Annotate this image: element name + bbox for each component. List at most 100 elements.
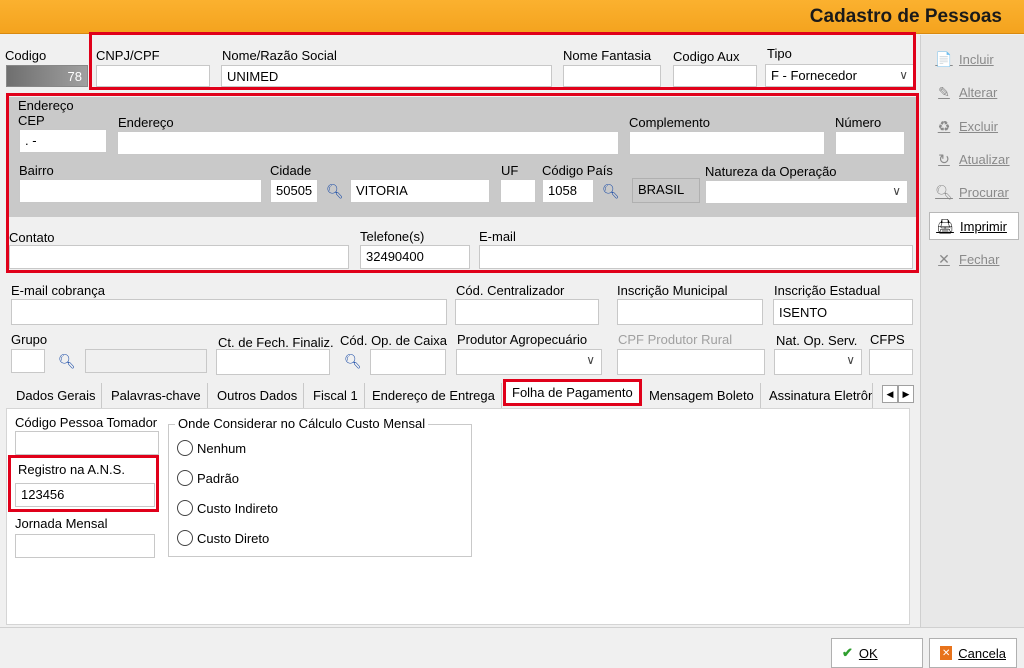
produtor-label: Produtor Agropecuário [457, 332, 588, 347]
radio-custo-direto[interactable]: Custo Direto [177, 530, 269, 546]
email-input[interactable] [479, 245, 913, 269]
cep-input[interactable]: . - [19, 129, 107, 153]
binoculars-icon[interactable]: 🔍︎ [58, 353, 76, 370]
cidade-name-field[interactable]: VITORIA [350, 179, 490, 203]
tomador-label: Código Pessoa Tomador [15, 415, 158, 430]
nat-op-serv-label: Nat. Op. Serv. [776, 333, 858, 348]
ct-fech-input[interactable] [216, 349, 330, 375]
ans-label: Registro na A.N.S. [18, 462, 125, 477]
pais-code-input[interactable]: 1058 [542, 179, 594, 203]
nat-op-serv-select[interactable] [774, 349, 862, 375]
ok-button[interactable]: ✔ OK [831, 638, 923, 668]
aux-label: Codigo Aux [673, 49, 740, 64]
insc-estadual-input[interactable]: ISENTO [773, 299, 913, 325]
natureza-label: Natureza da Operação [705, 164, 837, 179]
grupo-name-field [85, 349, 207, 373]
jornada-input[interactable] [15, 534, 155, 558]
cod-op-caixa-input[interactable] [370, 349, 446, 375]
tab-folha-pagamento[interactable]: Folha de Pagamento [503, 379, 642, 406]
codigo-label: Codigo [5, 48, 47, 63]
procurar-button[interactable]: 🔍︎ Procurar [929, 178, 1019, 206]
grupo-input[interactable] [11, 349, 45, 373]
custo-group-label: Onde Considerar no Cálculo Custo Mensal [175, 416, 429, 431]
insc-estadual-label: Inscrição Estadual [774, 283, 881, 298]
radio-padrao[interactable]: Padrão [177, 470, 239, 486]
nome-input[interactable]: UNIMED [221, 65, 552, 87]
numero-input[interactable] [835, 131, 905, 155]
nome-label: Nome/Razão Social [222, 48, 337, 63]
edit-icon: ✎ [938, 83, 950, 100]
window-title: Cadastro de Pessoas [809, 6, 1002, 27]
folha-panel: Código Pessoa Tomador Registro na A.N.S.… [6, 408, 910, 625]
cpf-produtor-input[interactable] [617, 349, 765, 375]
binoculars-icon[interactable]: 🔍︎ [602, 183, 620, 200]
alterar-button[interactable]: ✎ Alterar [929, 78, 1019, 106]
endereco-input[interactable] [117, 131, 619, 155]
title-bar: Cadastro de Pessoas [0, 0, 1024, 34]
telefone-input[interactable]: 32490400 [360, 245, 470, 269]
fantasia-label: Nome Fantasia [563, 48, 652, 63]
contato-label: Contato [9, 230, 55, 245]
tab-fiscal-1[interactable]: Fiscal 1 [307, 383, 365, 408]
tipo-select[interactable]: F - Fornecedor [765, 64, 915, 87]
printer-icon: 🖨 [936, 217, 954, 234]
imprimir-button[interactable]: 🖨 Imprimir [929, 212, 1019, 240]
cidade-code-input[interactable]: 50505 [270, 179, 318, 203]
cancela-button[interactable]: ✕ Cancela [929, 638, 1017, 668]
natureza-select[interactable] [705, 180, 908, 204]
cfps-input[interactable] [869, 349, 913, 375]
check-icon: ✔ [842, 645, 853, 660]
tab-palavras-chave[interactable]: Palavras-chave [105, 383, 208, 408]
email-cobranca-input[interactable] [11, 299, 447, 325]
atualizar-button[interactable]: ↻ Atualizar [929, 145, 1019, 173]
codigo-field[interactable]: 78 [6, 65, 88, 87]
radio-custo-indireto[interactable]: Custo Indireto [177, 500, 278, 516]
radio-nenhum[interactable]: Nenhum [177, 440, 246, 456]
action-sidebar: 📄 Incluir ✎ Alterar ♻ Excluir ↻ Atualizar 🔍︎… [920, 35, 1024, 627]
tab-endereco-entrega[interactable]: Endereço de Entrega [366, 383, 502, 408]
excluir-button[interactable]: ♻ Excluir [929, 112, 1019, 140]
tab-assinatura[interactable]: Assinatura Eletrôn [763, 383, 873, 408]
cod-centralizador-input[interactable] [455, 299, 599, 325]
cidade-label: Cidade [270, 163, 312, 178]
ans-input[interactable]: 123456 [15, 483, 155, 507]
fantasia-input[interactable] [563, 65, 661, 87]
binoculars-icon[interactable]: 🔍︎ [344, 353, 362, 370]
complemento-input[interactable] [629, 131, 825, 155]
cfps-label: CFPS [870, 332, 905, 347]
uf-input[interactable] [500, 179, 536, 203]
tab-strip: Dados Gerais Palavras-chave Outros Dados… [10, 379, 914, 408]
ct-fech-label: Ct. de Fech. Finaliz. [218, 335, 334, 350]
aux-input[interactable] [673, 65, 757, 87]
telefone-label: Telefone(s) [360, 229, 425, 244]
bairro-input[interactable] [19, 179, 262, 203]
email-label: E-mail [479, 229, 516, 244]
tab-scroll-right-icon[interactable]: ▶ [898, 385, 914, 403]
tab-scroll: ◀ ▶ [882, 385, 914, 403]
cancel-icon: ✕ [940, 646, 953, 660]
delete-icon: ♻ [937, 117, 951, 134]
endereco-section-label: Endereço [18, 98, 74, 113]
tab-mensagem-boleto[interactable]: Mensagem Boleto [643, 383, 761, 408]
tab-outros-dados[interactable]: Outros Dados [211, 383, 305, 408]
email-cobranca-label: E-mail cobrança [11, 283, 105, 298]
insc-municipal-input[interactable] [617, 299, 763, 325]
bairro-label: Bairro [19, 163, 54, 178]
binoculars-icon[interactable]: 🔍︎ [326, 183, 344, 200]
fechar-button[interactable]: ✕ Fechar [929, 245, 1019, 273]
tomador-input[interactable] [15, 431, 159, 455]
uf-label: UF [501, 163, 519, 178]
endereco-label: Endereço [118, 115, 174, 130]
tab-scroll-left-icon[interactable]: ◀ [882, 385, 898, 403]
produtor-select[interactable] [456, 349, 602, 375]
cnpj-label: CNPJ/CPF [96, 48, 160, 63]
binoculars-icon: 🔍︎ [935, 183, 953, 200]
cod-op-caixa-label: Cód. Op. de Caixa [340, 333, 447, 348]
cpf-produtor-label: CPF Produtor Rural [618, 332, 733, 347]
jornada-label: Jornada Mensal [15, 516, 108, 531]
tab-dados-gerais[interactable]: Dados Gerais [10, 383, 103, 408]
contato-input[interactable] [9, 245, 349, 269]
cnpj-input[interactable] [96, 65, 210, 87]
incluir-button[interactable]: 📄 Incluir [929, 45, 1019, 73]
tipo-label: Tipo [767, 46, 792, 61]
